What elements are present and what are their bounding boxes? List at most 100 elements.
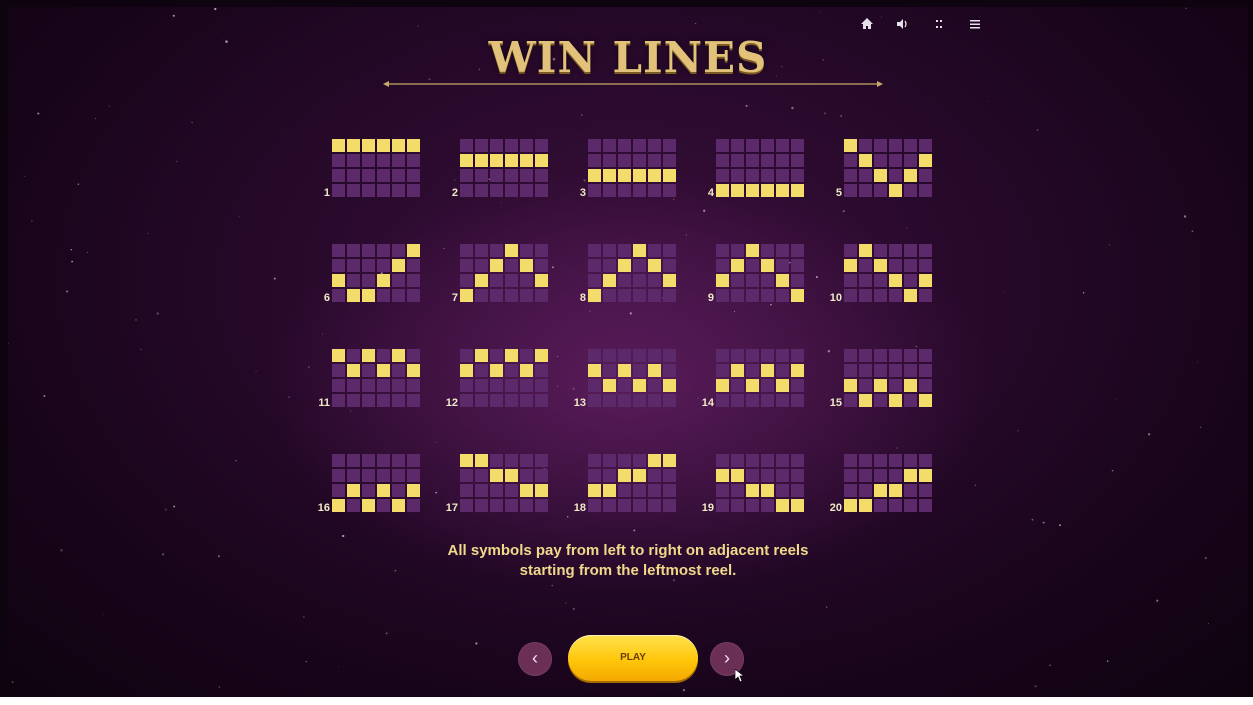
empty-cell bbox=[648, 499, 661, 512]
active-cell bbox=[663, 274, 676, 287]
empty-cell bbox=[859, 379, 872, 392]
empty-cell bbox=[874, 154, 887, 167]
active-cell bbox=[844, 259, 857, 272]
empty-cell bbox=[332, 184, 345, 197]
empty-cell bbox=[746, 289, 759, 302]
empty-cell bbox=[791, 349, 804, 362]
empty-cell bbox=[859, 349, 872, 362]
empty-cell bbox=[347, 274, 360, 287]
empty-cell bbox=[776, 154, 789, 167]
active-cell bbox=[588, 289, 601, 302]
empty-cell bbox=[889, 454, 902, 467]
empty-cell bbox=[392, 469, 405, 482]
active-cell bbox=[347, 139, 360, 152]
win-line-number: 9 bbox=[707, 292, 714, 304]
empty-cell bbox=[776, 244, 789, 257]
empty-cell bbox=[520, 169, 533, 182]
empty-cell bbox=[791, 469, 804, 482]
fullscreen-icon[interactable] bbox=[930, 15, 948, 33]
win-line-pattern bbox=[716, 139, 804, 197]
empty-cell bbox=[347, 184, 360, 197]
sound-icon[interactable] bbox=[894, 15, 912, 33]
empty-cell bbox=[889, 154, 902, 167]
active-cell bbox=[633, 169, 646, 182]
active-cell bbox=[475, 349, 488, 362]
empty-cell bbox=[618, 499, 631, 512]
title-divider bbox=[383, 81, 883, 87]
empty-cell bbox=[362, 379, 375, 392]
active-cell bbox=[904, 469, 917, 482]
empty-cell bbox=[535, 259, 548, 272]
win-line-number: 16 bbox=[317, 502, 330, 514]
empty-cell bbox=[731, 454, 744, 467]
active-cell bbox=[475, 454, 488, 467]
win-line-pattern bbox=[716, 349, 804, 407]
active-cell bbox=[761, 484, 774, 497]
active-cell bbox=[588, 169, 601, 182]
active-cell bbox=[648, 169, 661, 182]
empty-cell bbox=[520, 139, 533, 152]
empty-cell bbox=[588, 184, 601, 197]
win-line-number: 1 bbox=[323, 187, 330, 199]
empty-cell bbox=[332, 289, 345, 302]
active-cell bbox=[746, 184, 759, 197]
empty-cell bbox=[490, 499, 503, 512]
win-line-pattern bbox=[588, 349, 676, 407]
empty-cell bbox=[475, 499, 488, 512]
empty-cell bbox=[490, 139, 503, 152]
active-cell bbox=[535, 154, 548, 167]
empty-cell bbox=[648, 139, 661, 152]
empty-cell bbox=[663, 499, 676, 512]
empty-cell bbox=[603, 364, 616, 377]
win-line-13: 13 bbox=[564, 349, 684, 411]
win-line-20: 20 bbox=[820, 454, 940, 516]
win-line-pattern bbox=[588, 454, 676, 512]
empty-cell bbox=[919, 169, 932, 182]
empty-cell bbox=[475, 394, 488, 407]
empty-cell bbox=[904, 394, 917, 407]
win-line-number: 18 bbox=[573, 502, 586, 514]
empty-cell bbox=[588, 274, 601, 287]
win-line-pattern bbox=[844, 139, 932, 197]
active-cell bbox=[716, 379, 729, 392]
empty-cell bbox=[475, 244, 488, 257]
empty-cell bbox=[633, 274, 646, 287]
empty-cell bbox=[904, 349, 917, 362]
empty-cell bbox=[761, 379, 774, 392]
active-cell bbox=[505, 154, 518, 167]
empty-cell bbox=[761, 499, 774, 512]
empty-cell bbox=[663, 349, 676, 362]
active-cell bbox=[362, 139, 375, 152]
empty-cell bbox=[859, 184, 872, 197]
empty-cell bbox=[761, 454, 774, 467]
active-cell bbox=[716, 469, 729, 482]
win-line-7: 7 bbox=[436, 244, 556, 306]
empty-cell bbox=[844, 484, 857, 497]
empty-cell bbox=[332, 154, 345, 167]
menu-icon[interactable] bbox=[966, 15, 984, 33]
active-cell bbox=[618, 169, 631, 182]
game-screen: WIN LINES 1 2 3 4 5 6 7 8 9 10 11 12 13 14 15 16 17 18 19 2… bbox=[8, 7, 1248, 697]
empty-cell bbox=[347, 454, 360, 467]
previous-page-button[interactable]: ‹ bbox=[518, 642, 552, 676]
empty-cell bbox=[731, 394, 744, 407]
win-line-12: 12 bbox=[436, 349, 556, 411]
empty-cell bbox=[520, 469, 533, 482]
empty-cell bbox=[392, 394, 405, 407]
home-icon[interactable] bbox=[858, 15, 876, 33]
empty-cell bbox=[776, 469, 789, 482]
empty-cell bbox=[362, 484, 375, 497]
empty-cell bbox=[919, 499, 932, 512]
win-line-pattern bbox=[716, 454, 804, 512]
empty-cell bbox=[407, 469, 420, 482]
empty-cell bbox=[904, 274, 917, 287]
win-line-pattern bbox=[460, 244, 548, 302]
empty-cell bbox=[377, 469, 390, 482]
empty-cell bbox=[347, 499, 360, 512]
empty-cell bbox=[377, 169, 390, 182]
win-line-number: 17 bbox=[445, 502, 458, 514]
active-cell bbox=[392, 139, 405, 152]
play-button[interactable]: PLAY bbox=[568, 635, 698, 681]
empty-cell bbox=[731, 379, 744, 392]
empty-cell bbox=[731, 169, 744, 182]
